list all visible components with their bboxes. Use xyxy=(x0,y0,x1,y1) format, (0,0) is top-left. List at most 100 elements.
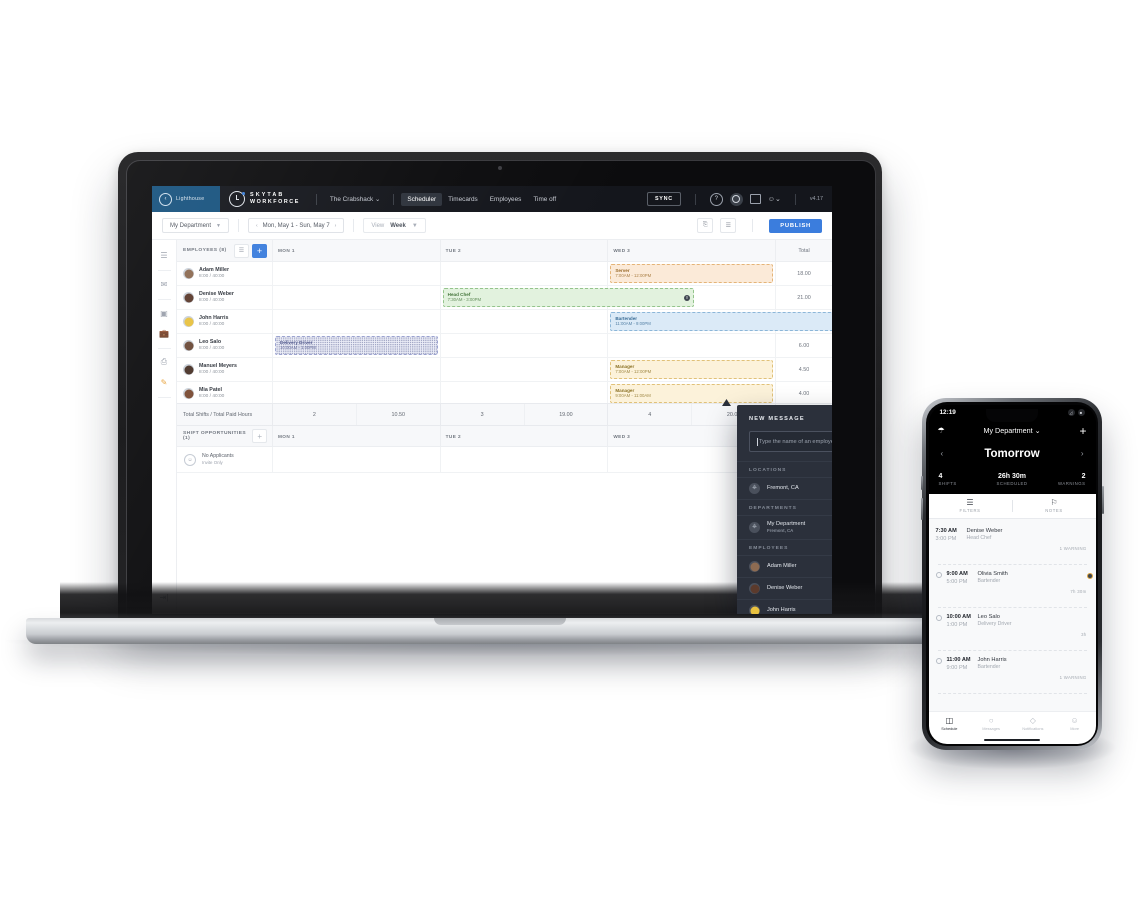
shift-block[interactable]: Manager 9:00AM - 11:00AM xyxy=(610,384,774,403)
message-recipient-row[interactable]: Adam Miller xyxy=(737,554,832,577)
employee-cell[interactable]: Leo Salo 8:00 / 40:00 xyxy=(177,334,273,357)
list-item[interactable]: 10:00 AM 1:00 PM Leo Salo Delivery Driver 3h xyxy=(929,608,1096,649)
prev-week-icon[interactable]: ‹ xyxy=(256,223,258,229)
copy-icon[interactable]: ⎘ xyxy=(697,218,714,233)
schedule-cell[interactable] xyxy=(441,358,609,381)
list-item[interactable]: 11:00 AM 9:00 PM John Harris Bartender 1 WAR… xyxy=(929,651,1096,692)
inbox-icon[interactable]: ✉ xyxy=(156,276,172,292)
tabbar-more[interactable]: ☺ More xyxy=(1054,716,1096,731)
sync-button[interactable]: SYNC xyxy=(647,192,681,206)
shift-block[interactable]: Head Chef 7:30AM - 3:00PM! xyxy=(442,288,694,307)
schedule-cell[interactable]: Manager 7:00AM - 12:00PM xyxy=(608,358,777,381)
employee-cell[interactable]: Adam Miller 8:00 / 40:00 xyxy=(177,262,273,285)
table-row: Manuel Meyers 8:00 / 40:00 Manager 7:00AM -… xyxy=(177,358,832,382)
message-recipient-row[interactable]: ⎈ My Department Fremont, CA xyxy=(737,515,832,539)
tabbar-schedule[interactable]: ◫ Schedule xyxy=(929,716,971,731)
shift-meta: 1 WARNING xyxy=(1060,527,1087,558)
version-label: v4.17 xyxy=(809,196,823,202)
tasks-icon[interactable] xyxy=(749,194,761,204)
phone-department-selector[interactable]: My Department ⌄ xyxy=(945,426,1080,435)
opp-cell-tue[interactable] xyxy=(441,447,609,472)
nav-timeoff[interactable]: Time off xyxy=(527,193,562,206)
account-icon[interactable]: ☺⌄ xyxy=(768,195,781,203)
lighthouse-button[interactable]: ‹ Lighthouse xyxy=(152,186,220,212)
schedule-cell[interactable]: Head Chef 7:30AM - 3:00PM! xyxy=(441,286,694,309)
schedule-cell[interactable] xyxy=(273,358,441,381)
schedule-cell[interactable] xyxy=(441,310,609,333)
phone-power-button[interactable] xyxy=(1101,486,1104,514)
shift-block[interactable]: Manager 7:00AM - 12:00PM xyxy=(610,360,774,379)
schedule-cell[interactable] xyxy=(273,382,441,403)
schedule-cell[interactable] xyxy=(273,286,441,309)
message-recipient-row[interactable]: John Harris xyxy=(737,598,832,614)
shift-warning-icon[interactable]: ! xyxy=(684,294,690,301)
schedule-cell[interactable]: Bartender 11:00AM - 9:00PM xyxy=(608,310,832,333)
notes-icon[interactable]: ✎ xyxy=(156,374,172,390)
next-day-icon[interactable]: › xyxy=(1081,449,1084,458)
employee-cell[interactable]: John Harris 8:00 / 40:00 xyxy=(177,310,273,333)
print-icon[interactable]: ⎙ xyxy=(156,354,172,370)
employee-cell[interactable]: Denise Weber 8:00 / 40:00 xyxy=(177,286,273,309)
employee-cell[interactable]: Manuel Meyers 8:00 / 40:00 xyxy=(177,358,273,381)
sidebar-divider-4 xyxy=(157,397,171,398)
schedule-cell[interactable]: Manager 9:00AM - 11:00AM xyxy=(608,382,777,403)
locations-icon[interactable]: ☂ xyxy=(938,426,945,435)
employee-cell[interactable]: Mia Patel 8:00 / 40:00 xyxy=(177,382,273,403)
add-shift-button[interactable]: + xyxy=(252,243,267,258)
phone-device: 12:19 ◿ ■ ☂ My Department ⌄ + ‹ Tomorrow… xyxy=(906,398,1118,770)
display-icon[interactable]: ▣ xyxy=(156,305,172,321)
shift-block[interactable]: Delivery Driver 10:00AM - 1:00PM xyxy=(275,336,438,355)
nav-employees[interactable]: Employees xyxy=(484,193,528,206)
tabbar-messages[interactable]: ○ Messages xyxy=(970,716,1012,731)
add-opportunity-button[interactable]: + xyxy=(252,429,267,443)
list-view-icon[interactable]: ☰ xyxy=(234,243,249,258)
schedule-cell[interactable] xyxy=(608,334,777,357)
schedule-cell[interactable] xyxy=(441,334,609,357)
opp-cell-mon[interactable] xyxy=(273,447,441,472)
shift-block[interactable]: Bartender 11:00AM - 9:00PM xyxy=(610,312,832,331)
tab-notes[interactable]: ⚐ NOTES xyxy=(1013,498,1096,513)
briefcase-icon[interactable]: 💼 xyxy=(156,325,172,341)
topbar-divider-4 xyxy=(794,193,796,205)
chevron-down-icon: ▼ xyxy=(216,222,221,229)
settings-sliders-icon[interactable]: ☰ xyxy=(720,218,737,233)
messages-icon[interactable] xyxy=(729,192,743,206)
tab-filters[interactable]: ☰ FILTERS xyxy=(929,498,1012,513)
bell-icon: ◇ xyxy=(1029,716,1036,725)
prev-day-icon[interactable]: ‹ xyxy=(941,449,944,458)
help-icon[interactable]: ? xyxy=(709,192,723,206)
tabbar-notifications[interactable]: ◇ Notifications xyxy=(1012,716,1054,731)
date-range-picker[interactable]: ‹ Mon, May 1 - Sun, May 7 › xyxy=(247,218,345,233)
brand-logo-group: SKYTAB WORKFORCE xyxy=(220,191,309,207)
schedule-cell[interactable] xyxy=(441,382,609,403)
schedule-cell[interactable]: Server 7:00AM - 12:00PM xyxy=(608,262,777,285)
recipient-text: John Harris xyxy=(767,607,796,614)
phone-volume-button[interactable] xyxy=(920,498,923,520)
list-item[interactable]: 7:30 AM 3:00 PM Denise Weber Head Chef 1 WAR… xyxy=(929,522,1096,579)
phone-add-button[interactable]: + xyxy=(1079,425,1086,437)
employee-text: Leo Salo 8:00 / 40:00 xyxy=(199,339,224,352)
schedule-cell[interactable] xyxy=(273,310,441,333)
list-item[interactable]: 9:00 AM 5:00 PM Olivia Smith Bartender 7h 30… xyxy=(929,565,1096,606)
nav-scheduler[interactable]: Scheduler xyxy=(401,192,443,206)
message-recipient-row[interactable]: Denise Weber xyxy=(737,576,832,599)
publish-button[interactable]: PUBLISH xyxy=(769,218,822,233)
filters-icon[interactable]: ☰ xyxy=(156,247,172,263)
view-selector[interactable]: View Week ▼ xyxy=(363,218,426,233)
phone-mute-button[interactable] xyxy=(920,476,923,490)
opportunities-header-cell: SHIFT OPPORTUNITIES (1) + xyxy=(177,426,273,446)
next-week-icon[interactable]: › xyxy=(335,223,337,229)
employee-total: 21.00 xyxy=(797,294,811,301)
department-filter[interactable]: My Department ▼ xyxy=(162,218,229,233)
schedule-cell[interactable]: Delivery Driver 10:00AM - 1:00PM xyxy=(273,334,441,357)
message-recipient-row[interactable]: ⎈ Fremont, CA xyxy=(737,477,832,499)
shift-block[interactable]: Server 7:00AM - 12:00PM xyxy=(610,264,774,283)
schedule-cell[interactable] xyxy=(273,262,441,285)
nav-timecards[interactable]: Timecards xyxy=(442,193,484,206)
location-selector[interactable]: The Crabshack ⌄ xyxy=(324,192,386,206)
employee-name: Manuel Meyers xyxy=(199,363,237,370)
opportunity-row[interactable]: ☺ No Applicants Invite Only xyxy=(177,447,832,473)
schedule-cell[interactable] xyxy=(441,262,609,285)
phone-shift-list: 7:30 AM 3:00 PM Denise Weber Head Chef 1 WAR… xyxy=(928,518,1096,711)
employee-search-input[interactable]: Type the name of an employee xyxy=(749,431,832,452)
